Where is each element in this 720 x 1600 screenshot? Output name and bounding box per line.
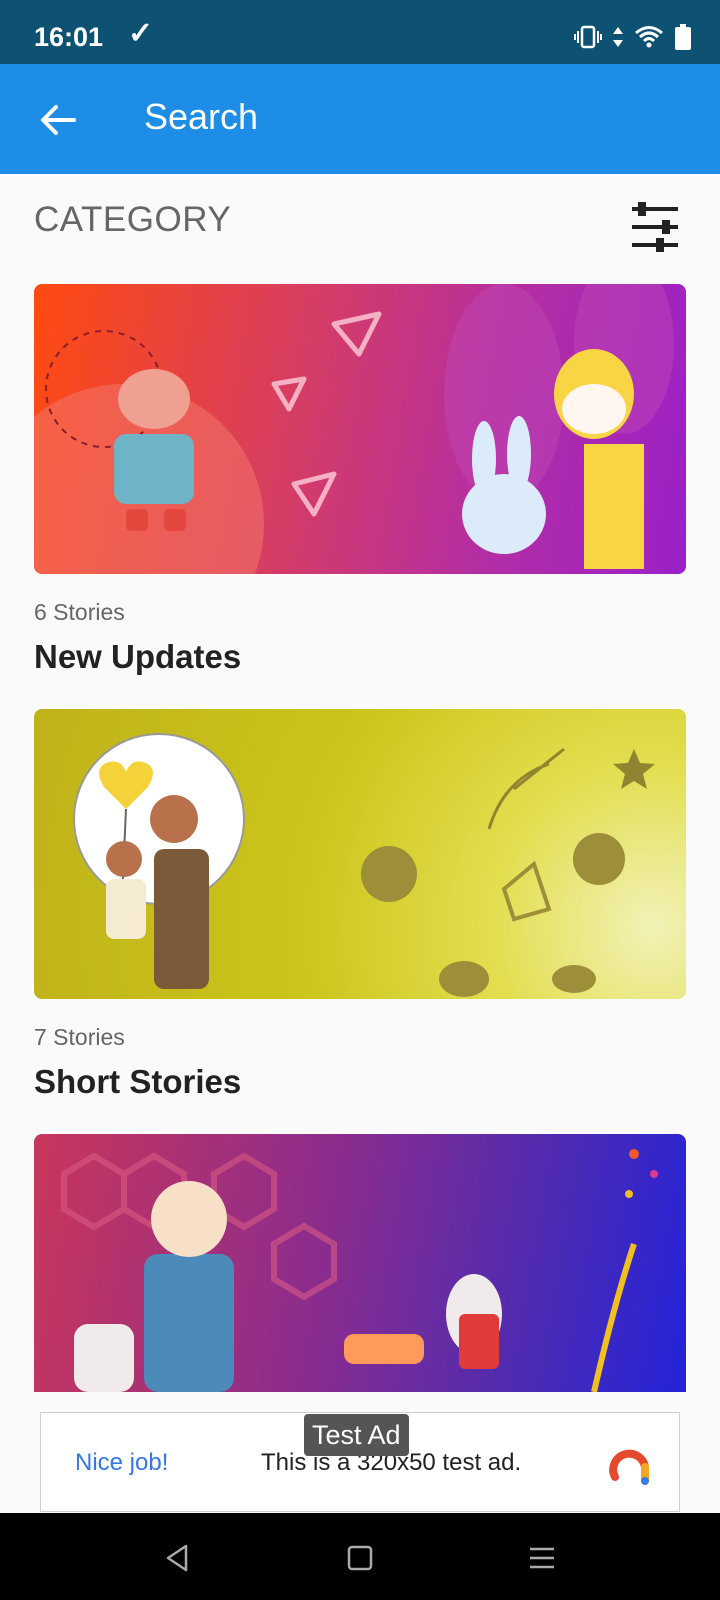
battery-icon: [675, 24, 691, 50]
category-title: Short Stories: [34, 1063, 242, 1100]
category-title: New Updates: [34, 638, 242, 675]
system-nav-bar: [0, 1513, 720, 1600]
category-banner-image: [34, 709, 686, 999]
vibrate-icon: [574, 25, 602, 49]
page-title: Search: [144, 96, 259, 137]
category-card[interactable]: 6 Stories New Updates: [34, 284, 686, 676]
check-icon: ✓: [128, 17, 154, 50]
story-count: 6 Stories: [34, 599, 125, 625]
nav-home-icon[interactable]: [343, 1541, 377, 1575]
nav-menu-icon[interactable]: [525, 1541, 559, 1575]
category-heading: CATEGORY: [34, 200, 232, 239]
category-card[interactable]: [34, 1134, 686, 1392]
filter-button[interactable]: [628, 200, 682, 254]
ad-logo-icon: [609, 1449, 649, 1485]
category-banner-image: [34, 284, 686, 574]
data-arrows-icon: [613, 27, 623, 47]
story-count: 7 Stories: [34, 1024, 125, 1050]
category-card[interactable]: 7 Stories Short Stories: [34, 709, 686, 1101]
category-banner-image: [34, 1134, 686, 1392]
nav-back-icon[interactable]: [160, 1541, 194, 1575]
app-bar: Search: [0, 64, 720, 174]
status-icons: [574, 24, 692, 50]
status-time: 16:01: [34, 22, 104, 52]
sliders-icon: [632, 202, 678, 252]
back-button[interactable]: [32, 94, 84, 146]
ad-headline[interactable]: Nice job!: [75, 1449, 168, 1477]
arrow-left-icon: [41, 105, 76, 135]
wifi-icon: [635, 26, 663, 48]
status-bar: 16:01 ✓: [0, 0, 720, 64]
ad-label: Test Ad: [304, 1414, 409, 1456]
